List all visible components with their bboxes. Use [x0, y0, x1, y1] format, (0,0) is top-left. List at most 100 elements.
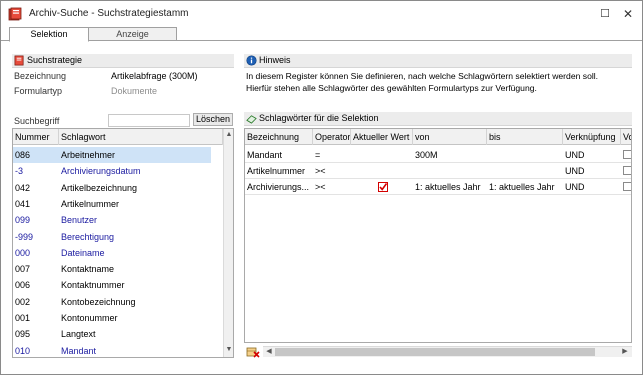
keyword-row[interactable]: 000 Dateiname: [13, 245, 211, 261]
column-schlagwort[interactable]: Schlagwort: [59, 129, 223, 145]
selection-header: Schlagwörter für die Selektion: [244, 112, 632, 126]
keyword-row[interactable]: 007 Kontaktname: [13, 261, 211, 277]
keyword-nummer: -3: [15, 166, 24, 177]
book-icon: [8, 7, 22, 21]
keyword-nummer: 001: [15, 313, 31, 323]
scroll-right-icon[interactable]: ▶: [620, 347, 630, 357]
keyword-row[interactable]: 095 Langtext: [13, 326, 211, 342]
keyword-row[interactable]: 086 Arbeitnehmer: [13, 147, 211, 163]
keyword-schlagwort: Archivierungsdatum: [61, 166, 141, 177]
sel-operator[interactable]: =: [313, 147, 351, 163]
hinweis-line-2: Hierfür stehen alle Schlagwörter des gew…: [246, 83, 537, 93]
keyword-row[interactable]: 010 Mandant: [13, 343, 211, 357]
keyword-schlagwort: Dateiname: [61, 247, 105, 258]
sel-bezeichnung[interactable]: Mandant: [245, 147, 313, 163]
scroll-left-icon[interactable]: ◀: [264, 347, 274, 357]
tab-bar: Selektion Anzeige: [1, 27, 642, 42]
keyword-nummer: -999: [15, 231, 34, 242]
keyword-schlagwort: Berechtigung: [61, 231, 115, 242]
keyword-nummer: 099: [15, 215, 31, 226]
keyword-row[interactable]: 002 Kontobezeichnung: [13, 294, 211, 310]
column-vo[interactable]: Vo: [621, 129, 631, 145]
sel-operator[interactable]: ><: [313, 163, 351, 179]
keyword-schlagwort: Artikelnummer: [61, 198, 120, 209]
sel-bezeichnung[interactable]: Artikelnummer: [245, 163, 313, 179]
scroll-down-icon[interactable]: ▼: [224, 345, 233, 355]
selection-hscrollbar[interactable]: ◀ ▶: [263, 346, 632, 357]
keyword-row[interactable]: 041 Artikelnummer: [13, 196, 211, 212]
sel-verknuepfung[interactable]: UND: [563, 163, 621, 179]
keyword-nummer: 095: [15, 329, 31, 340]
keyword-schlagwort: Artikelbezeichnung: [61, 182, 138, 193]
keyword-schlagwort: Benutzer: [61, 215, 98, 226]
bezeichnung-field[interactable]: Artikelabfrage (300M): [108, 70, 234, 83]
keyword-row[interactable]: 099 Benutzer: [13, 212, 211, 228]
delete-row-icon[interactable]: [246, 346, 260, 358]
vo-checkbox[interactable]: [623, 166, 631, 175]
sel-verknuepfung[interactable]: UND: [563, 147, 621, 163]
keyword-row[interactable]: -3 Archivierungsdatum: [13, 163, 211, 179]
selection-row[interactable]: Mandant = 300M UND: [245, 147, 631, 163]
close-button[interactable]: ✕: [617, 5, 639, 23]
window: Archiv-Suche - Suchstrategiestamm ☐ ✕ Se…: [0, 0, 643, 375]
keyword-list-header: Nummer Schlagwort: [13, 129, 223, 145]
keyword-row[interactable]: 006 Kontaktnummer: [13, 277, 211, 293]
keyword-schlagwort: Kontonummer: [61, 313, 118, 323]
keyword-nummer: 010: [15, 345, 31, 356]
info-icon: [246, 55, 257, 66]
clear-search-button[interactable]: Löschen: [193, 113, 233, 126]
keyword-schlagwort: Kontaktnummer: [61, 280, 125, 291]
scroll-thumb[interactable]: [275, 348, 595, 356]
sel-bis[interactable]: [487, 163, 563, 179]
column-bis[interactable]: bis: [487, 129, 563, 145]
tab-selektion[interactable]: Selektion: [9, 27, 89, 42]
vo-checkbox[interactable]: [623, 182, 631, 191]
suchstrategie-header: Suchstrategie: [12, 54, 234, 68]
window-title: Archiv-Suche - Suchstrategiestamm: [29, 8, 189, 19]
keyword-list-scrollbar[interactable]: ▲ ▼: [223, 129, 233, 357]
keyword-nummer: 041: [15, 198, 31, 209]
keyword-row[interactable]: 001 Kontonummer: [13, 310, 211, 326]
selection-row[interactable]: Archivierungs... >< 1: aktuelles Jahr 1: ak…: [245, 179, 631, 195]
column-operator[interactable]: Operator: [313, 129, 351, 145]
keyword-schlagwort: Mandant: [61, 345, 97, 356]
suchstrategie-title: Suchstrategie: [27, 55, 83, 65]
keyword-schlagwort: Kontobezeichnung: [61, 296, 136, 307]
keyword-row[interactable]: 042 Artikelbezeichnung: [13, 180, 211, 196]
keyword-nummer: 002: [15, 296, 31, 307]
selection-grid-header: Bezeichnung Operator Aktueller Wert von …: [245, 129, 631, 145]
scroll-up-icon[interactable]: ▲: [224, 130, 233, 140]
column-verknuepfung[interactable]: Verknüpfung: [563, 129, 621, 145]
column-von[interactable]: von: [413, 129, 487, 145]
keyword-nummer: 007: [15, 264, 31, 275]
tab-anzeige[interactable]: Anzeige: [89, 27, 177, 41]
vo-checkbox[interactable]: [623, 150, 631, 159]
sel-von[interactable]: 1: aktuelles Jahr: [413, 179, 487, 195]
keyword-schlagwort: Langtext: [61, 329, 96, 340]
column-aktueller-wert[interactable]: Aktueller Wert: [351, 129, 413, 145]
column-bezeichnung[interactable]: Bezeichnung: [245, 129, 313, 145]
restore-button[interactable]: ☐: [594, 5, 616, 23]
sel-verknuepfung[interactable]: UND: [563, 179, 621, 195]
sel-operator[interactable]: ><: [313, 179, 351, 195]
formulartyp-field: Dokumente: [111, 86, 158, 96]
selection-row[interactable]: Artikelnummer >< UND: [245, 163, 631, 179]
aktueller-wert-checkbox[interactable]: [378, 182, 388, 192]
eraser-icon: [246, 115, 257, 124]
selection-grid: Bezeichnung Operator Aktueller Wert von …: [244, 128, 632, 343]
sel-von[interactable]: [413, 163, 487, 179]
sel-bis[interactable]: 1: aktuelles Jahr: [487, 179, 563, 195]
column-nummer[interactable]: Nummer: [13, 129, 59, 145]
keyword-schlagwort: Kontaktname: [61, 264, 115, 275]
sel-bis[interactable]: [487, 147, 563, 163]
keyword-nummer: 042: [15, 182, 31, 193]
bezeichnung-label: Bezeichnung: [14, 71, 67, 81]
suchbegriff-label: Suchbegriff: [14, 116, 60, 126]
title-bar: Archiv-Suche - Suchstrategiestamm ☐ ✕: [1, 1, 642, 27]
sel-von[interactable]: 300M: [413, 147, 487, 163]
keyword-list: Nummer Schlagwort 086 Arbeitnehmer -3 Archi…: [12, 128, 234, 358]
search-input[interactable]: [108, 114, 190, 127]
sel-bezeichnung[interactable]: Archivierungs...: [245, 179, 313, 195]
keyword-row[interactable]: -999 Berechtigung: [13, 229, 211, 245]
selection-title: Schlagwörter für die Selektion: [259, 113, 379, 123]
